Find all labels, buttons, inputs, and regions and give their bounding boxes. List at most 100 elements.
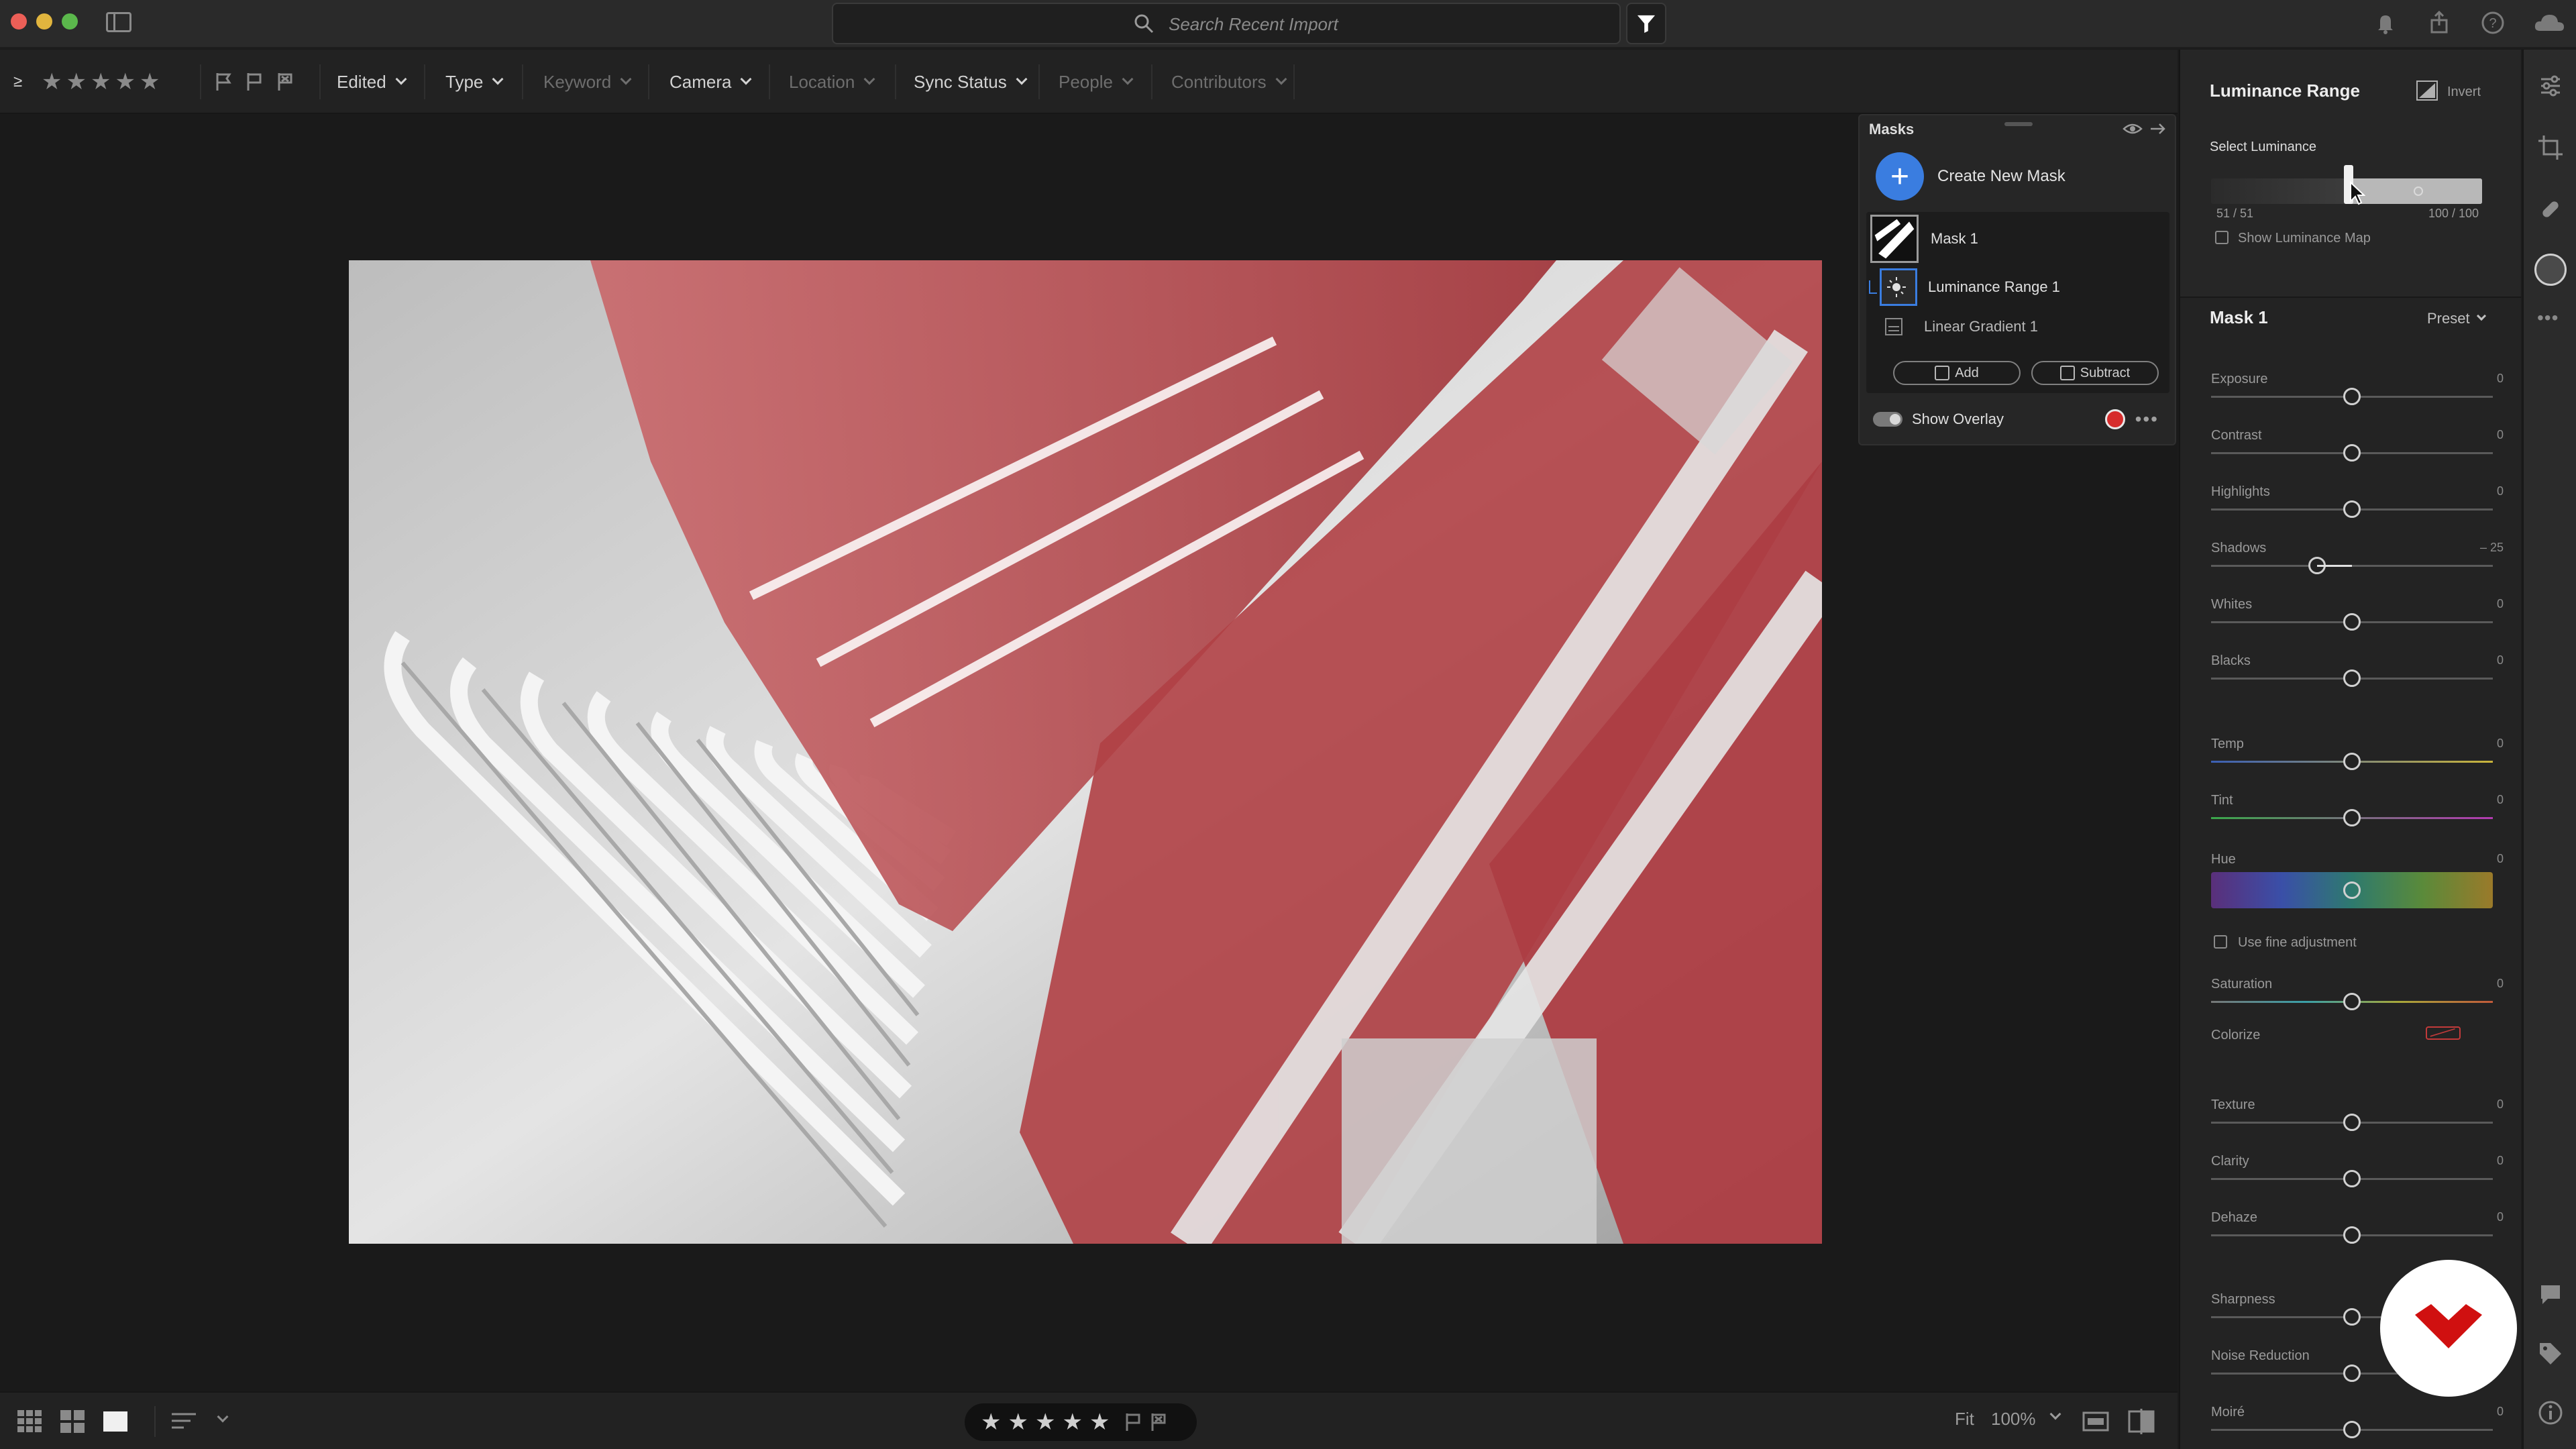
bell-icon[interactable] <box>2372 9 2399 36</box>
slider-knob[interactable] <box>2343 1364 2361 1382</box>
luminance-midpoint-handle[interactable] <box>2414 186 2423 196</box>
create-new-mask-button[interactable]: + Create New Mask <box>1866 149 2168 204</box>
filter-people[interactable]: People <box>1059 50 1134 114</box>
slider-value[interactable]: 0 <box>2497 1405 2504 1419</box>
star-icon[interactable]: ★ <box>42 68 62 95</box>
colorize-swatch[interactable] <box>2426 1026 2461 1040</box>
healing-brush-icon[interactable] <box>2537 196 2564 223</box>
slider-knob[interactable] <box>2343 881 2361 899</box>
flag-rejected-icon[interactable] <box>1150 1412 1169 1432</box>
slider-knob[interactable] <box>2343 809 2361 826</box>
star-icon[interactable]: ★ <box>981 1409 1001 1436</box>
slider-value[interactable]: 0 <box>2497 1154 2504 1168</box>
close-window-button[interactable] <box>11 13 27 30</box>
mask-item[interactable]: Mask 1 <box>1866 215 2169 263</box>
flag-picked-icon[interactable] <box>215 72 233 92</box>
zoom-chevron-down-icon[interactable] <box>2049 1408 2061 1420</box>
slider-value[interactable]: 0 <box>2497 793 2504 807</box>
rating-filter-operator[interactable]: ≥ <box>13 50 22 114</box>
before-after-icon[interactable] <box>2128 1409 2155 1434</box>
sort-icon[interactable] <box>170 1411 197 1432</box>
slider-knob[interactable] <box>2343 500 2361 518</box>
mask-component-item[interactable]: Luminance Range 1 <box>1866 268 2169 306</box>
mask-component-item[interactable]: Linear Gradient 1 <box>1866 318 2169 335</box>
share-icon[interactable] <box>2426 9 2453 36</box>
invert-checkbox[interactable] <box>2416 80 2438 101</box>
star-icon[interactable]: ★ <box>91 68 111 95</box>
overlay-color-swatch[interactable] <box>2105 409 2125 429</box>
flag-rejected-icon[interactable] <box>276 72 295 92</box>
zoom-window-button[interactable] <box>62 13 78 30</box>
fine-adjustment-checkbox[interactable] <box>2214 935 2227 949</box>
rating-filter-stars[interactable]: ★ ★ ★ ★ ★ <box>42 50 160 114</box>
search-input[interactable] <box>1169 11 1571 38</box>
show-luminance-map-checkbox[interactable] <box>2215 231 2229 244</box>
slider-knob[interactable] <box>2343 753 2361 770</box>
zoom-level[interactable]: 100% <box>1991 1409 2036 1430</box>
info-icon[interactable] <box>2537 1399 2564 1426</box>
star-icon[interactable]: ★ <box>115 68 135 95</box>
filter-edited[interactable]: Edited <box>337 50 407 114</box>
slider-knob[interactable] <box>2343 1170 2361 1187</box>
slider-knob[interactable] <box>2343 1308 2361 1326</box>
eye-icon[interactable] <box>2123 121 2143 137</box>
filter-location[interactable]: Location <box>789 50 875 114</box>
minimize-window-button[interactable] <box>36 13 52 30</box>
masking-icon[interactable] <box>2534 254 2567 286</box>
slider-knob[interactable] <box>2343 993 2361 1010</box>
slider-value[interactable]: 0 <box>2497 1210 2504 1224</box>
star-icon[interactable]: ★ <box>1062 1409 1082 1436</box>
filter-camera[interactable]: Camera <box>669 50 752 114</box>
slider-value[interactable]: 0 <box>2497 372 2504 386</box>
preset-dropdown[interactable]: Preset <box>2427 310 2486 327</box>
filter-sync-status[interactable]: Sync Status <box>914 50 1028 114</box>
slider-knob[interactable] <box>2343 1114 2361 1131</box>
filter-button[interactable] <box>1626 3 1666 44</box>
collapse-panel-icon[interactable] <box>2149 121 2168 137</box>
subtract-button[interactable]: Subtract <box>2031 361 2159 385</box>
slider-value[interactable]: 0 <box>2497 1097 2504 1112</box>
star-icon[interactable]: ★ <box>1089 1409 1110 1436</box>
slider-value[interactable]: 0 <box>2497 852 2504 866</box>
luminance-range-slider[interactable] <box>2211 165 2482 204</box>
slider-value[interactable]: 0 <box>2497 653 2504 667</box>
slider-value[interactable]: 0 <box>2497 977 2504 991</box>
tag-icon[interactable] <box>2537 1340 2564 1367</box>
sidebar-toggle-icon[interactable] <box>106 12 131 32</box>
photo-with-mask-overlay[interactable] <box>349 260 1822 1244</box>
add-button[interactable]: Add <box>1893 361 2021 385</box>
star-icon[interactable]: ★ <box>140 68 160 95</box>
detail-view-icon[interactable] <box>103 1411 127 1432</box>
comment-icon[interactable] <box>2537 1281 2564 1308</box>
star-icon[interactable]: ★ <box>1035 1409 1055 1436</box>
more-tools-icon[interactable]: ••• <box>2537 307 2564 334</box>
slider-value[interactable]: 0 <box>2497 737 2504 751</box>
show-overlay-toggle[interactable] <box>1873 412 1902 427</box>
slider-knob[interactable] <box>2343 388 2361 405</box>
fit-zoom-option[interactable]: Fit <box>1955 1409 1974 1430</box>
photo-canvas[interactable] <box>0 114 2178 1391</box>
slider-value[interactable]: 0 <box>2497 428 2504 442</box>
flag-filters[interactable] <box>215 50 295 114</box>
slider-knob[interactable] <box>2343 613 2361 631</box>
star-icon[interactable]: ★ <box>66 68 86 95</box>
compare-toggle-icon[interactable] <box>2082 1410 2109 1433</box>
flag-unflagged-icon[interactable] <box>246 72 264 92</box>
slider-knob[interactable] <box>2343 444 2361 462</box>
filter-keyword[interactable]: Keyword <box>543 50 632 114</box>
filter-type[interactable]: Type <box>445 50 504 114</box>
slider-track[interactable] <box>2211 565 2493 567</box>
star-icon[interactable]: ★ <box>1008 1409 1028 1436</box>
chevron-down-icon[interactable] <box>217 1411 229 1423</box>
square-grid-view-icon[interactable] <box>17 1410 42 1433</box>
flag-picked-icon[interactable] <box>1124 1412 1143 1432</box>
slider-knob[interactable] <box>2343 669 2361 687</box>
slider-knob[interactable] <box>2343 1226 2361 1244</box>
filter-contributors[interactable]: Contributors <box>1171 50 1287 114</box>
help-icon[interactable]: ? <box>2479 9 2506 36</box>
slider-value[interactable]: 0 <box>2497 597 2504 611</box>
more-options-icon[interactable]: ••• <box>2135 409 2159 430</box>
slider-knob[interactable] <box>2343 1421 2361 1438</box>
cloud-icon[interactable] <box>2533 9 2567 36</box>
crop-icon[interactable] <box>2537 134 2564 161</box>
